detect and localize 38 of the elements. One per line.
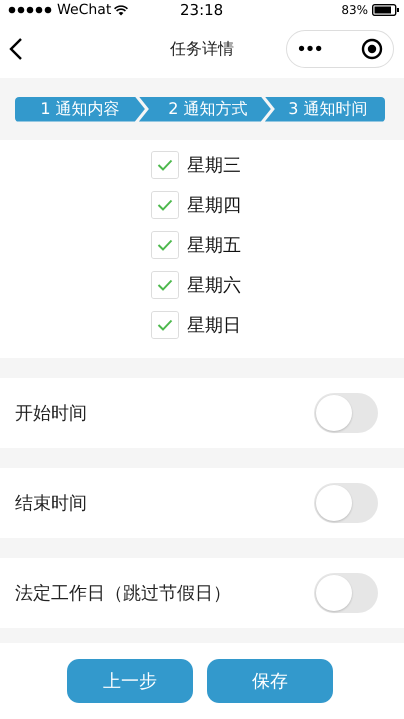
setting-label: 开始时间 [15, 402, 87, 425]
signal-icon [8, 6, 54, 14]
toggle-switch[interactable] [314, 393, 378, 433]
page-title: 任务详情 [170, 38, 234, 60]
setting-label: 结束时间 [15, 492, 87, 515]
toggle-switch[interactable] [314, 573, 378, 613]
step-tab[interactable]: 2 通知方式 [138, 96, 271, 122]
checkbox-label: 星期三 [187, 154, 241, 177]
checkbox-label: 星期日 [187, 314, 241, 337]
checkbox[interactable] [151, 231, 179, 259]
toggle-switch[interactable] [314, 483, 378, 523]
check-icon [157, 319, 173, 331]
back-button[interactable] [9, 37, 23, 61]
checkbox-label: 星期四 [187, 194, 241, 217]
back-icon [9, 37, 23, 61]
close-icon [361, 38, 384, 60]
action-button[interactable]: 保存 [207, 659, 333, 703]
check-icon [157, 199, 173, 211]
checkbox[interactable] [151, 191, 179, 219]
battery-icon [372, 4, 400, 16]
check-icon [157, 159, 173, 171]
more-button[interactable]: ••• [296, 40, 322, 58]
checkbox-label: 星期五 [187, 234, 241, 257]
carrier-name: WeChat [57, 2, 112, 18]
checkbox[interactable] [151, 151, 179, 179]
check-icon [157, 239, 173, 251]
checkbox-label: 星期六 [187, 274, 241, 297]
check-icon [157, 279, 173, 291]
step-tab[interactable]: 1 通知内容 [15, 96, 145, 122]
step-tab[interactable]: 3 通知时间 [264, 96, 385, 122]
checkbox[interactable] [151, 311, 179, 339]
status-time: 23:18 [180, 1, 224, 19]
checkbox[interactable] [151, 271, 179, 299]
battery-percent: 83% [341, 3, 368, 17]
setting-label: 法定工作日（跳过节假日） [15, 582, 231, 605]
wifi-icon [114, 4, 128, 16]
action-button[interactable]: 上一步 [67, 659, 193, 703]
capsule-control[interactable]: ••• [286, 30, 394, 68]
